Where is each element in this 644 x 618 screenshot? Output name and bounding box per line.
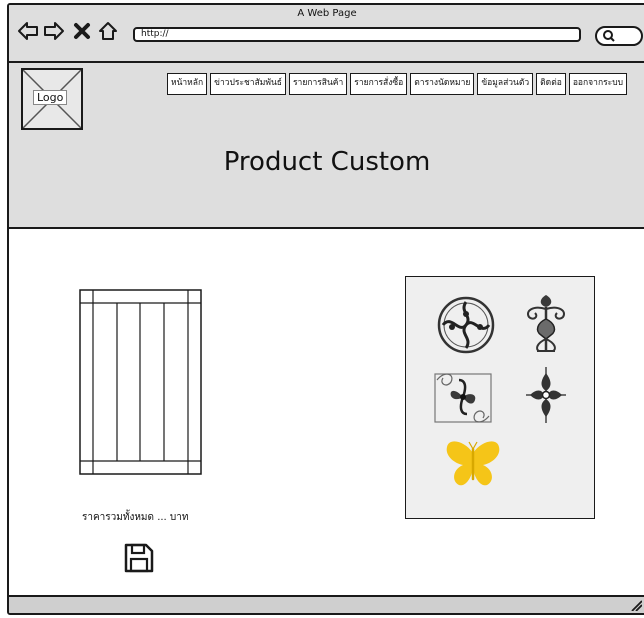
arrow-left-icon[interactable] — [17, 20, 39, 42]
logo-label: Logo — [33, 90, 68, 105]
menu-item-products[interactable]: รายการสินค้า — [288, 73, 348, 95]
site-header: Logo หน้าหลัก ข่าวประชาสัมพันธ์ รายการสิ… — [9, 63, 644, 229]
menu-item-orders[interactable]: รายการสั่งซื้อ — [350, 73, 408, 95]
home-icon[interactable] — [97, 20, 119, 42]
circle-scroll-ornament[interactable] — [435, 294, 497, 356]
page-title: Product Custom — [223, 147, 431, 177]
menu-item-appointments[interactable]: ตารางนัดหมาย — [410, 73, 475, 95]
arrow-right-icon[interactable] — [43, 20, 65, 42]
diamond-ornament[interactable] — [522, 365, 570, 425]
browser-toolbar: A Web Page http:// — [9, 5, 644, 63]
resize-grip-icon[interactable] — [630, 599, 642, 611]
menu-item-contact[interactable]: ติดต่อ — [536, 73, 566, 95]
menu-item-logout[interactable]: ออกจากระบบ — [568, 73, 628, 95]
close-icon[interactable] — [71, 20, 93, 42]
logo[interactable]: Logo — [21, 68, 83, 130]
menu-item-home[interactable]: หน้าหลัก — [167, 73, 208, 95]
status-bar — [9, 595, 644, 613]
main-menu: หน้าหลัก ข่าวประชาสัมพันธ์ รายการสินค้า … — [167, 73, 628, 95]
butterfly-ornament[interactable] — [443, 439, 503, 491]
search-box[interactable] — [595, 26, 643, 46]
total-price-label: ราคารวมทั้งหมด ... บาท — [82, 512, 189, 523]
square-swirl-ornament[interactable] — [431, 368, 495, 426]
door-preview[interactable] — [79, 289, 202, 475]
menu-item-profile[interactable]: ข้อมูลส่วนตัว — [477, 73, 534, 95]
vertical-scroll-ornament[interactable] — [517, 291, 575, 357]
window-title: A Web Page — [297, 8, 357, 19]
url-input[interactable]: http:// — [133, 27, 581, 42]
browser-window: A Web Page http:// Logo หน้าหลัก ข่าวประ… — [7, 3, 644, 615]
search-icon — [603, 30, 615, 42]
menu-item-news[interactable]: ข่าวประชาสัมพันธ์ — [210, 73, 286, 95]
pattern-palette — [405, 276, 595, 519]
save-icon[interactable] — [123, 542, 155, 574]
